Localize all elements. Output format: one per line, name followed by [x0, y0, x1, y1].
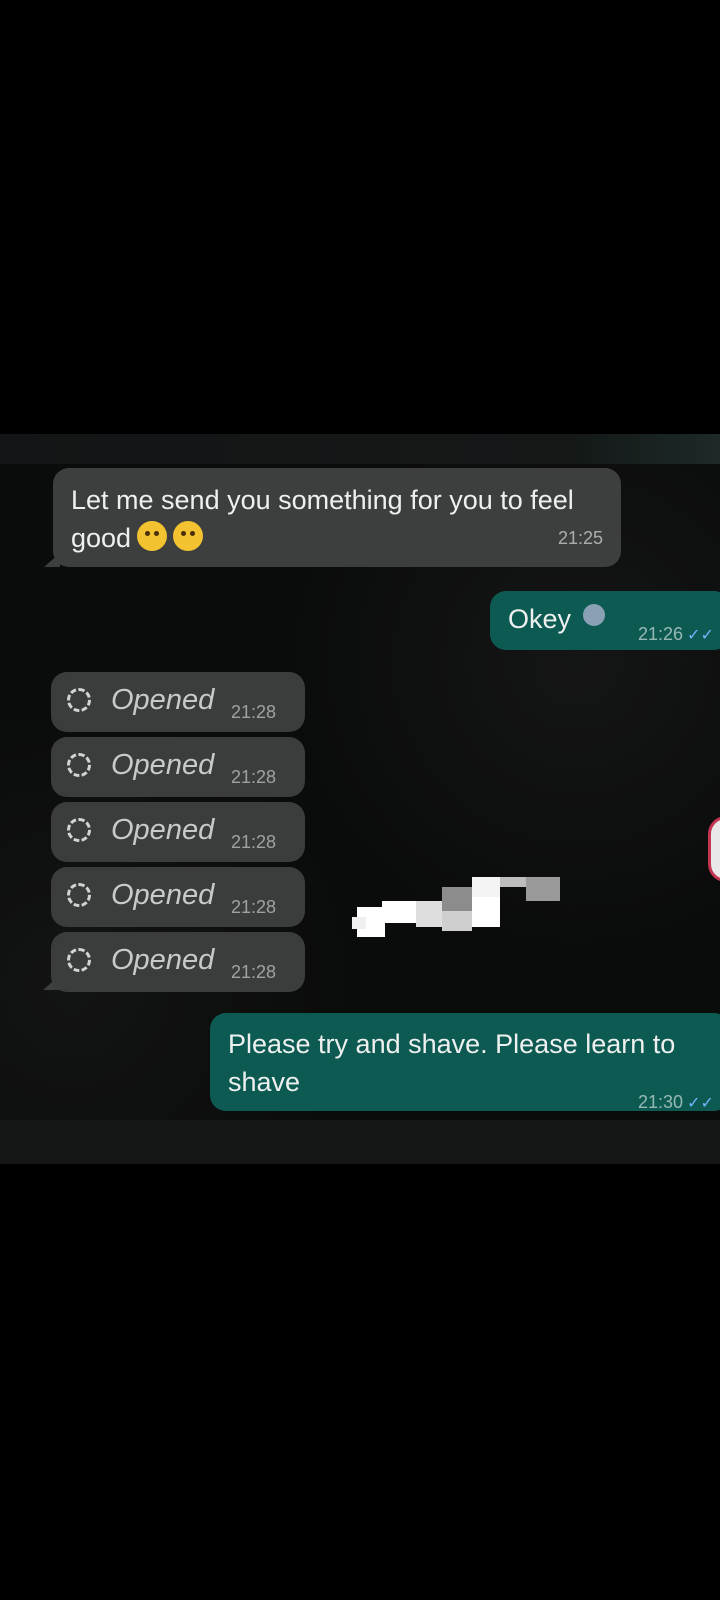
incoming-message[interactable]: Let me send you something for you to fee…: [53, 468, 621, 567]
view-once-opened[interactable]: Opened 21:28: [51, 932, 305, 992]
opened-label: Opened: [111, 879, 215, 911]
view-once-icon: [67, 688, 91, 712]
view-once-opened[interactable]: Opened 21:28: [51, 802, 305, 862]
view-once-opened[interactable]: Opened 21:28: [51, 672, 305, 732]
view-once-icon: [67, 883, 91, 907]
read-ticks-icon: ✓✓: [687, 1095, 714, 1112]
read-ticks-icon: ✓✓: [687, 627, 714, 644]
outgoing-message[interactable]: Please try and shave. Please learn to sh…: [210, 1013, 720, 1112]
smiling-face-icon: [137, 521, 168, 551]
view-once-opened[interactable]: Opened 21:28: [51, 737, 305, 797]
message-time: 21:26 ✓✓: [638, 624, 714, 644]
opened-time: 21:28: [231, 962, 277, 982]
opened-label: Opened: [111, 944, 215, 976]
outgoing-message[interactable]: Okey 21:26 ✓✓: [490, 591, 720, 650]
message-time: 21:25: [557, 528, 603, 548]
opened-time: 21:28: [231, 897, 277, 917]
message-text: Please try and shave. Please learn to sh…: [228, 1029, 676, 1097]
opened-time: 21:28: [231, 702, 277, 722]
view-once-icon: [67, 948, 91, 972]
shushing-face-icon: [173, 521, 204, 551]
opened-time: 21:28: [231, 767, 277, 787]
opened-label: Opened: [111, 814, 215, 846]
message-time: 21:30 ✓✓: [638, 1092, 714, 1112]
opened-label: Opened: [111, 749, 215, 781]
chat-footer-strip: [0, 1120, 720, 1164]
opened-label: Opened: [111, 684, 215, 716]
message-text: Okey: [508, 604, 572, 634]
view-once-icon: [67, 818, 91, 842]
view-once-icon: [67, 753, 91, 777]
avatar[interactable]: [708, 816, 720, 882]
chat-header-strip: [0, 434, 720, 464]
view-once-opened[interactable]: Opened 21:28: [51, 867, 305, 927]
pixelated-redaction: [352, 877, 572, 961]
opened-time: 21:28: [231, 832, 277, 852]
sweat-emoji-icon: [582, 604, 605, 626]
